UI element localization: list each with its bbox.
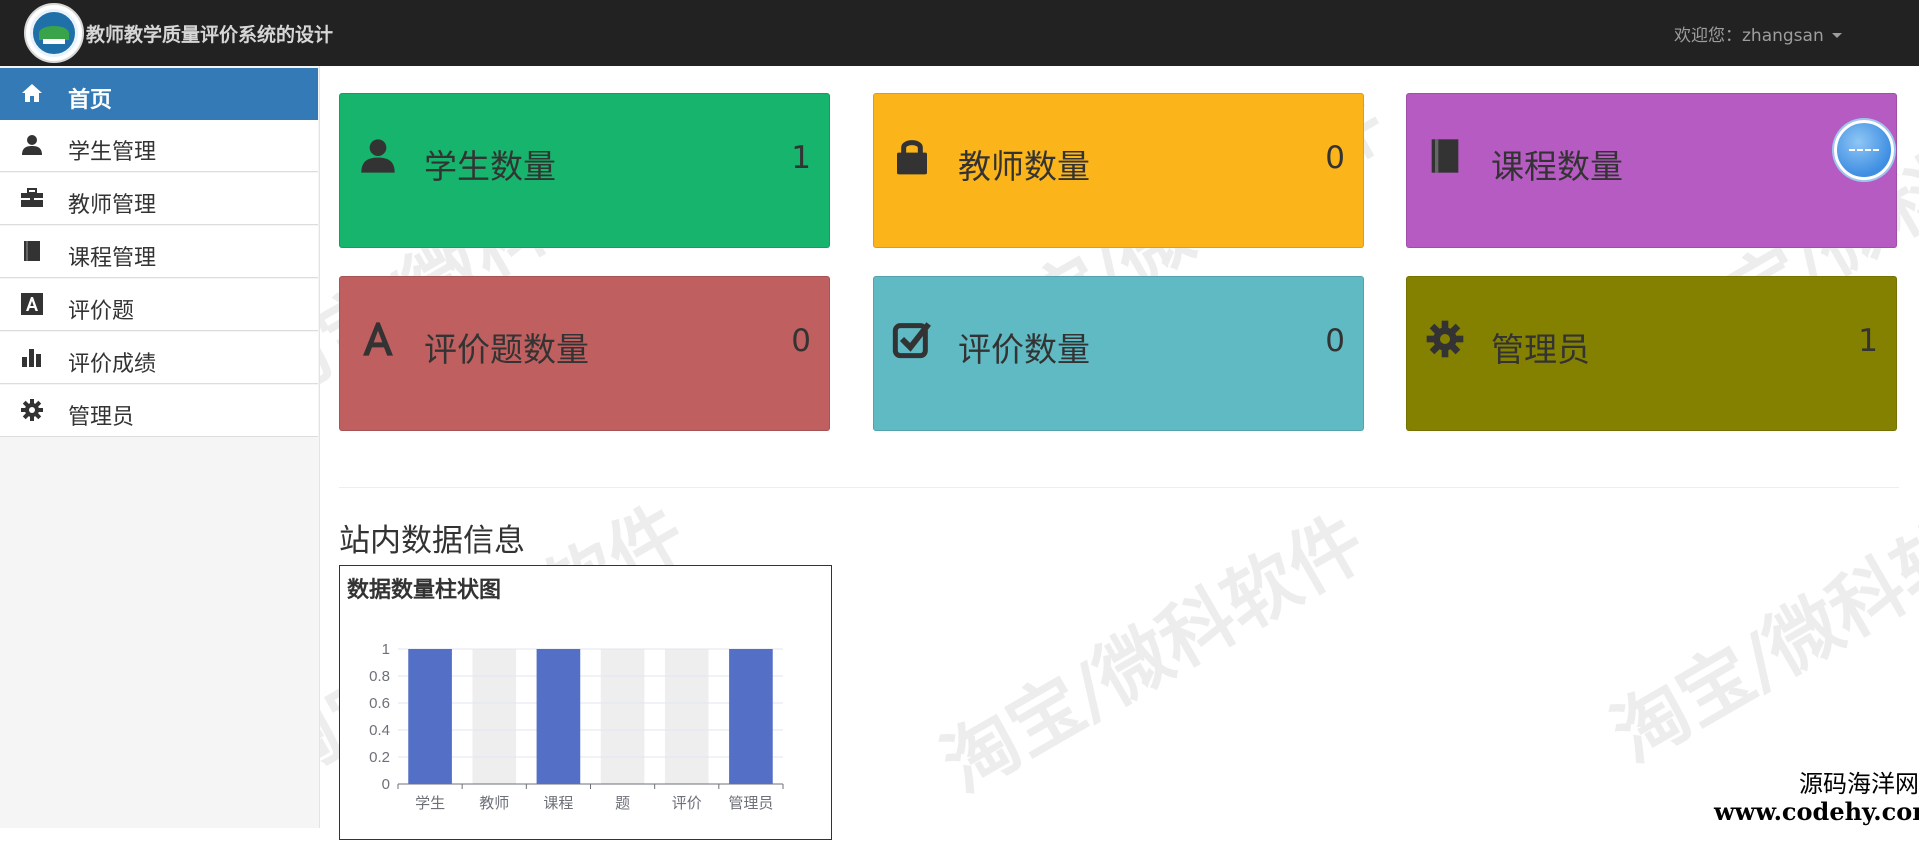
sidebar-item-label: 学生管理 bbox=[68, 140, 157, 165]
y-tick-label: 0.4 bbox=[369, 722, 390, 739]
top-navbar: 教师教学质量评价系统的设计 欢迎您：zhangsan bbox=[0, 0, 1919, 66]
card-label: 管理员 bbox=[1491, 330, 1590, 369]
card-student-count[interactable]: 学生数量 1 bbox=[339, 93, 830, 248]
card-count: 1 bbox=[1858, 323, 1878, 359]
book-icon bbox=[24, 241, 40, 261]
data-bar bbox=[536, 649, 581, 784]
briefcase-icon bbox=[21, 188, 43, 207]
card-question-count[interactable]: 评价题数量 0 bbox=[339, 276, 830, 431]
card-admin-count[interactable]: 管理员 1 bbox=[1406, 276, 1897, 431]
card-label: 学生数量 bbox=[424, 147, 556, 186]
stats-icon bbox=[22, 349, 41, 367]
sidebar-item-home[interactable]: 首页 bbox=[0, 68, 318, 120]
user-icon bbox=[361, 139, 395, 173]
sidebar-item-label: 评价成绩 bbox=[68, 352, 157, 377]
sidebar-item-evaluation-questions[interactable]: 评价题 bbox=[0, 279, 318, 331]
sidebar-item-label: 管理员 bbox=[68, 405, 135, 430]
sidebar: 首页 学生管理 教师管理 课程管理 评价题 评价成绩 管理员 bbox=[0, 66, 320, 828]
card-evaluation-count[interactable]: 评价数量 0 bbox=[873, 276, 1364, 431]
bar-chart: 数据数量柱状图 0 0.2 0.4 0.6 0.8 1 学生 教师 课程题评价 管理员 bbox=[339, 565, 832, 840]
sidebar-item-label: 评价题 bbox=[68, 299, 135, 324]
sidebar-item-label: 课程管理 bbox=[68, 246, 157, 271]
card-count: 0 bbox=[791, 323, 811, 359]
user-greeting: 欢迎您：zhangsan bbox=[1674, 26, 1824, 46]
x-tick-label: 学生 bbox=[415, 795, 445, 812]
y-tick-label: 1 bbox=[382, 641, 390, 658]
card-label: 教师数量 bbox=[958, 147, 1090, 186]
card-count: 0 bbox=[1325, 323, 1345, 359]
x-tick-label: 教师 bbox=[479, 795, 509, 812]
card-label: 评价数量 bbox=[958, 330, 1090, 369]
sidebar-item-label: 教师管理 bbox=[68, 193, 157, 218]
background-bar bbox=[600, 649, 645, 784]
sidebar-item-label: 首页 bbox=[68, 88, 113, 113]
data-bar bbox=[729, 649, 773, 784]
sidebar-item-courses[interactable]: 课程管理 bbox=[0, 226, 318, 278]
sidebar-item-teachers[interactable]: 教师管理 bbox=[0, 173, 318, 225]
card-label: 课程数量 bbox=[1491, 147, 1623, 186]
y-tick-label: 0.2 bbox=[369, 749, 390, 766]
font-icon bbox=[21, 293, 43, 315]
x-tick-label: 课程 bbox=[543, 795, 573, 812]
corner-brand-name: 源码海洋网 bbox=[1799, 770, 1919, 798]
section-title: 站内数据信息 bbox=[339, 523, 525, 559]
cog-icon bbox=[1426, 320, 1464, 358]
divider bbox=[339, 487, 1899, 488]
y-tick-label: 0.6 bbox=[369, 695, 390, 712]
x-tick-label: 题 bbox=[615, 795, 630, 812]
y-tick-label: 0.8 bbox=[369, 668, 390, 685]
sidebar-item-evaluation-scores[interactable]: 评价成绩 bbox=[0, 332, 318, 384]
bar-chart-plot: 0 0.2 0.4 0.6 0.8 1 学生 教师 课程 题 评价 管理员 bbox=[369, 641, 784, 812]
y-tick-label: 0 bbox=[382, 776, 390, 793]
floating-ball-icon[interactable] bbox=[1834, 120, 1894, 180]
home-icon bbox=[22, 84, 42, 102]
user-icon bbox=[22, 135, 42, 155]
card-count: 0 bbox=[1325, 140, 1345, 176]
sidebar-item-students[interactable]: 学生管理 bbox=[0, 120, 318, 172]
card-course-count[interactable]: 课程数量 bbox=[1406, 93, 1897, 248]
background-bar bbox=[664, 649, 709, 784]
check-icon bbox=[892, 322, 931, 359]
font-icon bbox=[363, 322, 393, 356]
watermark: 淘宝/微科软件 bbox=[928, 499, 1380, 810]
school-logo-icon[interactable] bbox=[24, 3, 84, 63]
lock-icon bbox=[897, 140, 927, 175]
watermark: 淘宝/微科软件 bbox=[1598, 469, 1919, 780]
corner-brand: 源码海洋网 www.codehy.com bbox=[1714, 770, 1919, 826]
card-label: 评价题数量 bbox=[424, 330, 589, 369]
book-icon bbox=[1431, 139, 1459, 173]
corner-brand-url: www.codehy.com bbox=[1714, 797, 1919, 826]
x-tick-label: 评价 bbox=[672, 795, 702, 812]
data-bar bbox=[408, 649, 452, 784]
caret-down-icon bbox=[1831, 33, 1842, 38]
x-tick-label: 管理员 bbox=[728, 795, 773, 812]
user-menu-toggle[interactable]: 欢迎您：zhangsan bbox=[1674, 21, 1842, 46]
sidebar-item-admins[interactable]: 管理员 bbox=[0, 385, 318, 437]
background-bar bbox=[472, 649, 517, 784]
card-teacher-count[interactable]: 教师数量 0 bbox=[873, 93, 1364, 248]
card-count: 1 bbox=[791, 140, 811, 176]
cog-icon bbox=[21, 399, 43, 421]
app-title[interactable]: 教师教学质量评价系统的设计 bbox=[86, 20, 333, 47]
